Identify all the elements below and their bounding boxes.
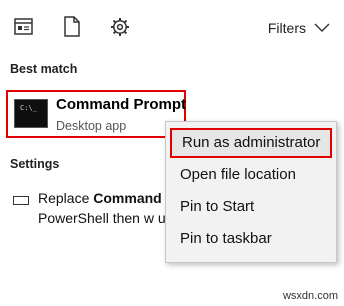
command-prompt-result[interactable]: C:\_ Command Prompt Desktop app bbox=[6, 90, 186, 138]
result-subtitle: Desktop app bbox=[56, 119, 127, 133]
menu-item-run-as-administrator[interactable]: Run as administrator bbox=[170, 128, 332, 158]
setting-replace-command-prompt[interactable]: Replace Command PowerShell then w u bbox=[8, 186, 168, 232]
filters-label: Filters bbox=[267, 20, 306, 36]
monitor-icon bbox=[13, 196, 29, 205]
best-match-heading: Best match bbox=[10, 62, 78, 76]
menu-item-pin-to-taskbar[interactable]: Pin to taskbar bbox=[170, 226, 332, 256]
result-title: Command Prompt bbox=[56, 96, 187, 113]
search-toolbar: Filters bbox=[0, 0, 344, 56]
chevron-down-icon bbox=[314, 20, 330, 36]
filters-dropdown[interactable]: Filters bbox=[268, 17, 330, 39]
menu-item-pin-to-start[interactable]: Pin to Start bbox=[170, 194, 332, 224]
apps-icon[interactable] bbox=[12, 14, 36, 40]
menu-item-open-file-location[interactable]: Open file location bbox=[170, 162, 332, 192]
settings-heading: Settings bbox=[10, 157, 60, 171]
documents-icon[interactable] bbox=[60, 14, 84, 40]
context-menu: Run as administrator Open file location … bbox=[165, 121, 337, 263]
command-prompt-icon: C:\_ bbox=[14, 99, 48, 128]
setting-label: Replace Command PowerShell then w u bbox=[38, 190, 166, 226]
watermark: wsxdn.com bbox=[282, 290, 338, 302]
settings-gear-icon[interactable] bbox=[108, 14, 132, 40]
